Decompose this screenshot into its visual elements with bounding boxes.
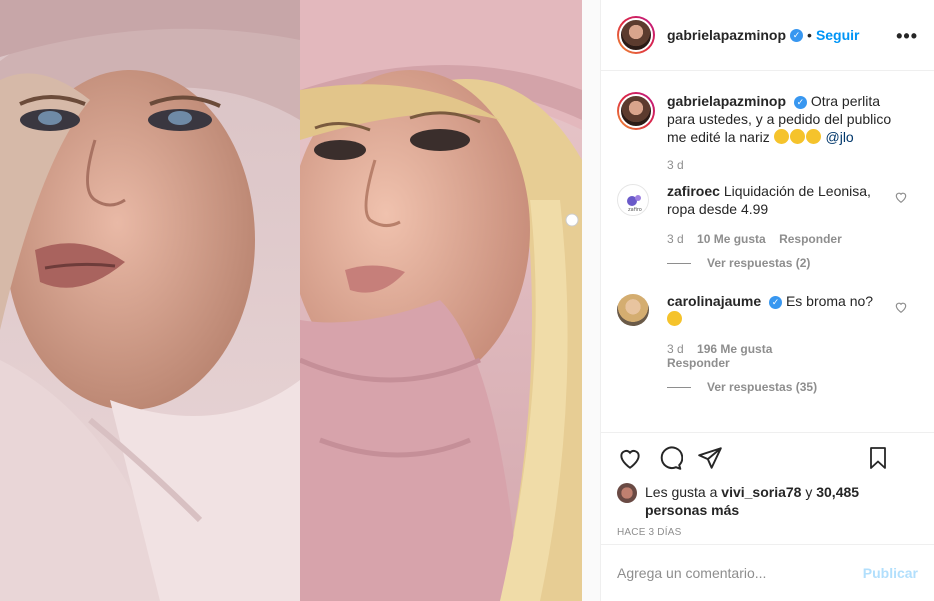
- liker-username[interactable]: vivi_soria78: [721, 484, 801, 500]
- replies-line: [667, 386, 691, 388]
- comment-meta: 3 d 196 Me gusta Responder: [667, 342, 897, 370]
- comment-likes[interactable]: 196 Me gusta: [697, 342, 772, 356]
- add-comment-bar: Publicar: [601, 544, 934, 601]
- verified-icon: ✓: [793, 95, 807, 109]
- follow-button[interactable]: Seguir: [816, 27, 860, 43]
- caption-text: gabrielapazminop ✓ Otra perlita para ust…: [667, 92, 897, 146]
- comment-like-heart-icon[interactable]: [894, 190, 908, 204]
- comment-username[interactable]: zafiroec: [667, 183, 720, 199]
- action-icons: [617, 433, 918, 483]
- media-gutter: [582, 0, 600, 601]
- comment-time[interactable]: 3 d: [667, 232, 684, 246]
- rofl-emoji-icon: [805, 129, 821, 144]
- photo-right: [300, 0, 582, 601]
- post-sidebar: gabrielapazminop ✓ • Seguir ••• gabriela…: [600, 0, 934, 601]
- comment-item: carolinajaume ✓ Es broma no? 3 d 196 Me …: [617, 292, 918, 394]
- comment-text: carolinajaume ✓ Es broma no?: [667, 292, 897, 328]
- replies-line: [667, 262, 691, 264]
- caption-username[interactable]: gabrielapazminop: [667, 93, 786, 109]
- caption-time[interactable]: 3 d: [667, 158, 684, 172]
- publish-button[interactable]: Publicar: [863, 565, 918, 581]
- comments-list[interactable]: gabrielapazminop ✓ Otra perlita para ust…: [601, 72, 934, 432]
- view-replies-button[interactable]: Ver respuestas (2): [667, 256, 897, 270]
- comment-body: Es broma no?: [785, 293, 874, 309]
- caption-meta: 3 d: [667, 158, 897, 172]
- header-separator: •: [807, 27, 812, 43]
- view-replies-label: Ver respuestas (35): [707, 380, 818, 394]
- author-username[interactable]: gabrielapazminop: [667, 27, 786, 43]
- likes-summary: Les gusta a vivi_soria78 y 30,485 person…: [617, 483, 918, 519]
- view-replies-label: Ver respuestas (2): [707, 256, 811, 270]
- liker-avatar[interactable]: [617, 483, 637, 503]
- laughing-emoji-icon: [789, 129, 805, 144]
- likes-prefix: Les gusta a: [645, 484, 718, 500]
- share-icon[interactable]: [697, 445, 723, 471]
- likes-conjunction: y: [805, 484, 813, 500]
- post-header: gabrielapazminop ✓ • Seguir •••: [601, 0, 934, 71]
- comment-avatar[interactable]: [617, 294, 649, 326]
- post-actions: Les gusta a vivi_soria78 y 30,485 person…: [601, 432, 934, 538]
- comment-like-heart-icon[interactable]: [894, 300, 908, 314]
- instagram-post: gabrielapazminop ✓ • Seguir ••• gabriela…: [0, 0, 934, 601]
- caption-mention[interactable]: @jlo: [826, 129, 854, 145]
- svg-text:zafiro: zafiro: [628, 207, 642, 213]
- post-time[interactable]: HACE 3 DÍAS: [617, 527, 918, 538]
- comment-username[interactable]: carolinajaume: [667, 293, 761, 309]
- grinning-emoji-icon: [773, 129, 789, 144]
- caption-avatar[interactable]: [617, 92, 655, 130]
- comment-meta: 3 d 10 Me gusta Responder: [667, 232, 897, 246]
- post-media[interactable]: [0, 0, 600, 601]
- reply-button[interactable]: Responder: [779, 232, 842, 246]
- verified-icon: ✓: [790, 28, 804, 42]
- comment-text: zafiroec Liquidación de Leonisa, ropa de…: [667, 182, 897, 218]
- zany-emoji-icon: [667, 311, 682, 326]
- comment-avatar[interactable]: zafiro: [617, 184, 649, 216]
- likes-text: Les gusta a vivi_soria78 y 30,485 person…: [645, 483, 918, 519]
- comment-time[interactable]: 3 d: [667, 342, 684, 356]
- comment-item: zafiro zafiroec Liquidación de Leonisa, …: [617, 182, 918, 270]
- author-avatar[interactable]: [617, 16, 655, 54]
- verified-icon: ✓: [769, 295, 783, 309]
- more-icon[interactable]: •••: [896, 26, 918, 47]
- comment-input[interactable]: [617, 565, 863, 581]
- bookmark-icon[interactable]: [866, 445, 890, 471]
- caption: gabrielapazminop ✓ Otra perlita para ust…: [617, 72, 918, 172]
- heart-icon[interactable]: [617, 445, 643, 471]
- view-replies-button[interactable]: Ver respuestas (35): [667, 380, 897, 394]
- photo-left: [0, 0, 300, 601]
- reply-button[interactable]: Responder: [667, 356, 730, 370]
- comment-icon[interactable]: [657, 445, 683, 471]
- comment-likes[interactable]: 10 Me gusta: [697, 232, 766, 246]
